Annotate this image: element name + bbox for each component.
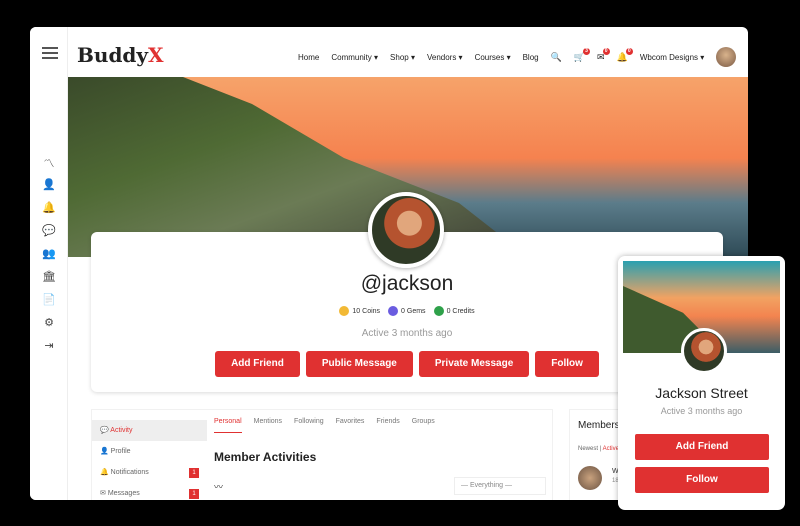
mobile-profile-card: Jackson Street Active 3 months ago Add F… bbox=[618, 256, 785, 510]
notifications-icon[interactable]: 🔔 0 bbox=[617, 47, 633, 63]
tab-following[interactable]: Following bbox=[294, 418, 324, 433]
mobile-avatar bbox=[681, 328, 727, 374]
user-menu[interactable]: Wbcom Designs ▾ bbox=[640, 53, 704, 62]
menu-profile[interactable]: 👤 Profile bbox=[92, 441, 207, 462]
coin-icon bbox=[339, 306, 350, 316]
private-message-button[interactable]: Private Message bbox=[418, 351, 530, 377]
mobile-add-friend-button[interactable]: Add Friend bbox=[635, 434, 769, 460]
hamburger-menu-icon[interactable] bbox=[42, 47, 58, 59]
nav-blog[interactable]: Blog bbox=[523, 53, 539, 62]
document-icon[interactable]: 📄 bbox=[42, 293, 56, 307]
logo[interactable]: BuddyX bbox=[77, 43, 164, 67]
mobile-name: Jackson Street bbox=[655, 385, 748, 401]
tab-mentions[interactable]: Mentions bbox=[254, 418, 282, 433]
follow-button[interactable]: Follow bbox=[535, 351, 599, 377]
gear-icon[interactable]: ⚙ bbox=[42, 316, 56, 330]
profile-icon[interactable]: 👤 bbox=[42, 178, 56, 192]
member-avatar[interactable] bbox=[578, 466, 602, 490]
mobile-follow-button[interactable]: Follow bbox=[635, 467, 769, 493]
top-nav: Home Community ▾ Shop ▾ Vendors ▾ Course… bbox=[298, 47, 737, 67]
groups-icon[interactable]: 🏛 bbox=[42, 270, 56, 284]
tab-groups[interactable]: Groups bbox=[412, 418, 435, 433]
chat-icon[interactable]: 💬 bbox=[42, 224, 56, 238]
sidebar: 〽 👤 🔔 💬 👥 🏛 📄 ⚙ ⇥ bbox=[30, 27, 68, 500]
activity-panel: 💬 Activity 👤 Profile 🔔 Notifications 1 ✉ … bbox=[91, 409, 553, 500]
nav-home[interactable]: Home bbox=[298, 53, 319, 62]
mobile-last-active: Active 3 months ago bbox=[660, 406, 743, 416]
menu-messages[interactable]: ✉ Messages 1 bbox=[92, 483, 207, 500]
nav-community[interactable]: Community ▾ bbox=[331, 53, 378, 62]
gem-icon bbox=[388, 306, 399, 316]
logout-icon[interactable]: ⇥ bbox=[42, 339, 56, 353]
tab-favorites[interactable]: Favorites bbox=[336, 418, 365, 433]
profile-menu: 💬 Activity 👤 Profile 🔔 Notifications 1 ✉ … bbox=[92, 420, 207, 500]
activity-icon[interactable]: 〽 bbox=[42, 155, 56, 170]
members-title: Members bbox=[578, 420, 620, 431]
rss-icon[interactable]: 〰 bbox=[214, 480, 223, 493]
credit-icon bbox=[433, 306, 444, 316]
activity-filter-select[interactable]: — Everything — bbox=[454, 477, 546, 495]
nav-shop[interactable]: Shop ▾ bbox=[390, 53, 415, 62]
nav-courses[interactable]: Courses ▾ bbox=[475, 53, 511, 62]
bell-icon[interactable]: 🔔 bbox=[42, 201, 56, 215]
section-title: Member Activities bbox=[214, 450, 317, 464]
user-avatar[interactable] bbox=[716, 47, 737, 67]
public-message-button[interactable]: Public Message bbox=[305, 351, 413, 377]
profile-avatar bbox=[368, 192, 444, 268]
cart-icon[interactable]: 🛒 3 bbox=[574, 47, 591, 63]
menu-activity[interactable]: 💬 Activity bbox=[92, 420, 207, 441]
tab-friends[interactable]: Friends bbox=[376, 418, 399, 433]
add-friend-button[interactable]: Add Friend bbox=[215, 351, 300, 377]
tab-personal[interactable]: Personal bbox=[214, 418, 242, 433]
nav-vendors[interactable]: Vendors ▾ bbox=[427, 53, 463, 62]
menu-notifications[interactable]: 🔔 Notifications 1 bbox=[92, 462, 207, 483]
members-filter: Newest | Active bbox=[578, 446, 619, 452]
messages-icon[interactable]: ✉ 0 bbox=[597, 47, 610, 63]
activity-tabs: Personal Mentions Following Favorites Fr… bbox=[214, 418, 435, 433]
friends-icon[interactable]: 👥 bbox=[42, 247, 56, 261]
search-icon[interactable]: 🔍 bbox=[551, 52, 562, 63]
